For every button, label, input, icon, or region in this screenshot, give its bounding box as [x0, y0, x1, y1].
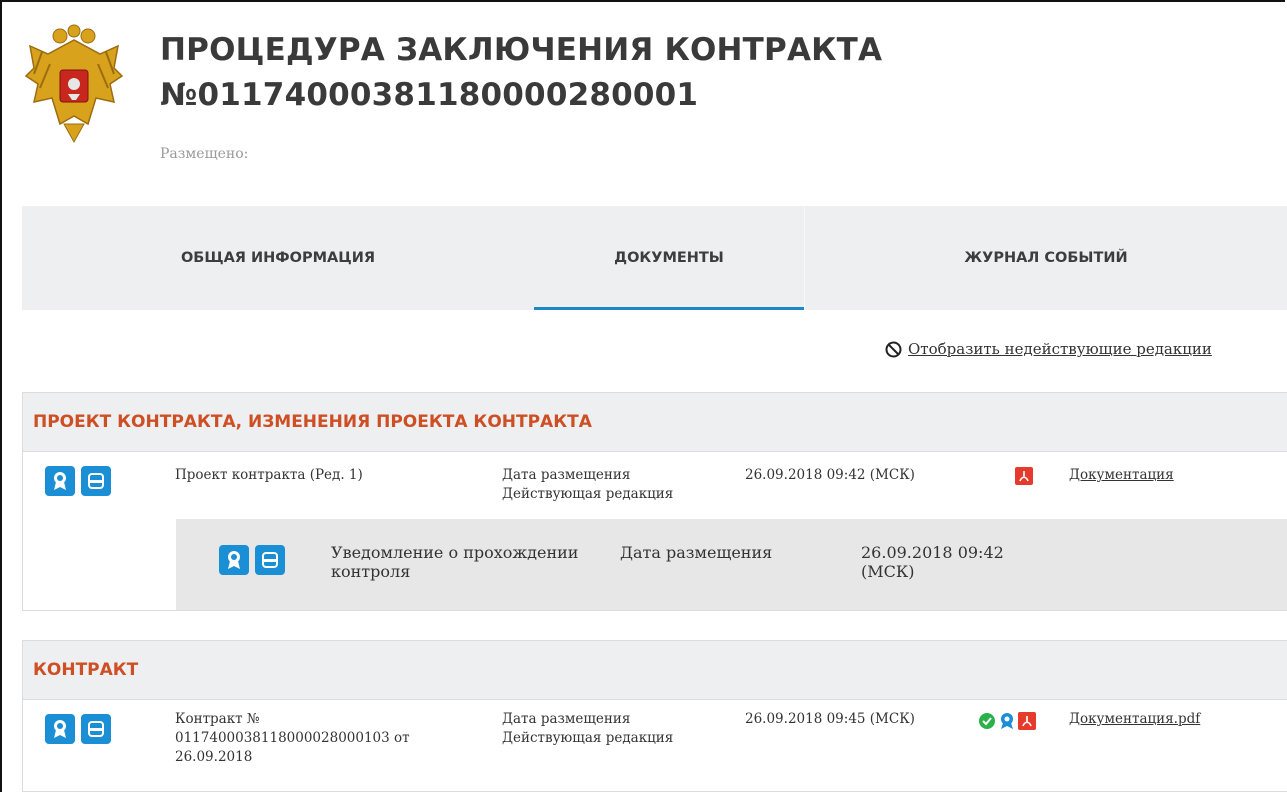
nested-document-row: Уведомление о прохождении контроля Дата … [176, 519, 1287, 610]
print-button[interactable] [81, 714, 111, 744]
nested-date-line-1: 26.09.2018 09:42 [861, 543, 1004, 562]
ban-icon [885, 341, 902, 357]
print-button[interactable] [255, 545, 285, 575]
date-label-block: Дата размещения Действующая редакция [502, 466, 673, 504]
nested-date-value: 26.09.2018 09:42 (МСК) [861, 543, 1004, 581]
nested-name-line-2: контроля [331, 562, 411, 581]
document-name: Проект контракта (Ред. 1) [175, 467, 363, 483]
date-value: 26.09.2018 09:42 (МСК) [745, 467, 915, 483]
print-icon [88, 721, 104, 737]
print-icon [88, 473, 104, 489]
title-line-2: №0117400038118000028000​1 [160, 77, 699, 113]
row-actions [45, 466, 111, 496]
show-inactive-editions-label: Отобразить недействующие редакции [908, 340, 1212, 358]
tab-bar: ОБЩАЯ ИНФОРМАЦИЯ ДОКУМЕНТЫ ЖУРНАЛ СОБЫТИ… [22, 206, 1287, 310]
certificate-button[interactable] [45, 466, 75, 496]
print-button[interactable] [81, 466, 111, 496]
document-row: Проект контракта (Ред. 1) Дата размещени… [23, 452, 1287, 518]
date-label: Дата размещения [502, 711, 631, 727]
date-label-block: Дата размещения Действующая редакция [502, 710, 673, 748]
file-icons [978, 712, 1036, 730]
section-title: КОНТРАКТ [23, 641, 1287, 700]
documentation-link[interactable]: Документация [1069, 466, 1174, 485]
pdf-icon [1015, 467, 1033, 485]
section-contract-draft: ПРОЕКТ КОНТРАКТА, ИЗМЕНЕНИЯ ПРОЕКТА КОНТ… [22, 392, 1287, 611]
show-inactive-editions-link[interactable]: Отобразить недействующие редакции [885, 340, 1212, 358]
posted-label: Размещено: [160, 146, 249, 162]
contract-name-line-3: 26.09.2018 [175, 749, 253, 765]
certificate-button[interactable] [219, 545, 249, 575]
document-name: Контракт № 0117400038118000028000103 от … [175, 710, 410, 767]
nested-name-line-1: Уведомление о прохождении [331, 543, 579, 562]
contract-name-line-2: 0117400038118000028000103 от [175, 730, 410, 746]
row-actions [45, 714, 111, 744]
page-title: ПРОЦЕДУРА ЗАКЛЮЧЕНИЯ КОНТРАКТА №01174000… [160, 28, 882, 118]
row-actions [219, 545, 285, 575]
certificate-button[interactable] [45, 714, 75, 744]
tab-general-info[interactable]: ОБЩАЯ ИНФОРМАЦИЯ [22, 206, 534, 310]
check-circle-icon [979, 713, 995, 729]
file-icons [1015, 467, 1033, 485]
award-icon [1001, 713, 1013, 729]
award-icon [54, 720, 66, 738]
title-line-1: ПРОЦЕДУРА ЗАКЛЮЧЕНИЯ КОНТРАКТА [160, 32, 883, 68]
section-contract: КОНТРАКТ Контракт № 01174000381180000280… [22, 640, 1287, 792]
date-value: 26.09.2018 09:45 (МСК) [745, 711, 915, 727]
documentation-pdf-link[interactable]: Документация.pdf [1069, 710, 1200, 729]
date-label: Дата размещения [502, 467, 631, 483]
nested-date-label: Дата размещения [620, 543, 773, 562]
award-icon [228, 551, 240, 569]
edition-status: Действующая редакция [502, 486, 674, 502]
nested-document-name: Уведомление о прохождении контроля [331, 543, 578, 581]
state-emblem-icon [24, 24, 124, 144]
contract-name-line-1: Контракт № [175, 711, 260, 727]
award-icon [54, 472, 66, 490]
edition-status: Действующая редакция [502, 730, 674, 746]
tab-documents[interactable]: ДОКУМЕНТЫ [534, 206, 804, 310]
nested-date-line-2: (МСК) [861, 562, 915, 581]
section-title: ПРОЕКТ КОНТРАКТА, ИЗМЕНЕНИЯ ПРОЕКТА КОНТ… [23, 393, 1287, 452]
pdf-icon [1018, 712, 1036, 730]
print-icon [262, 552, 278, 568]
tab-event-log[interactable]: ЖУРНАЛ СОБЫТИЙ [804, 206, 1287, 310]
document-row: Контракт № 0117400038118000028000103 от … [23, 700, 1287, 792]
